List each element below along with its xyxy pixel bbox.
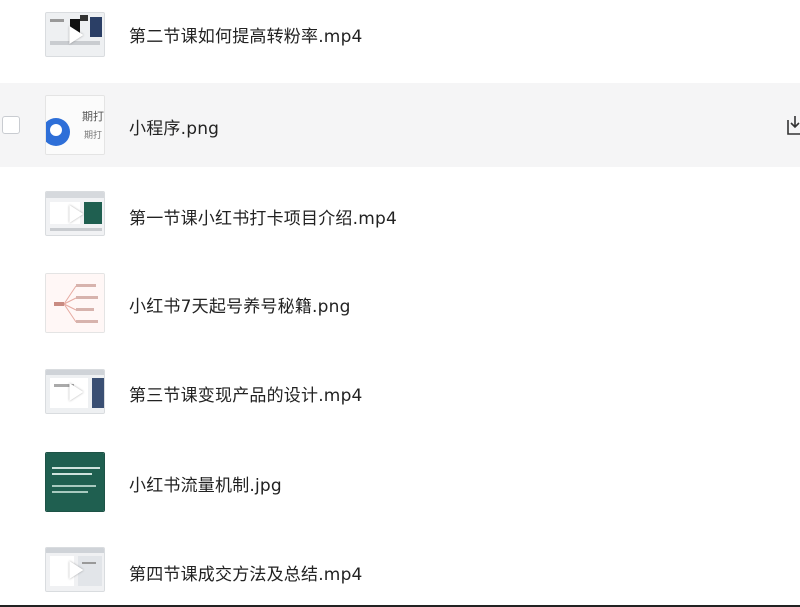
video-thumbnail [45, 369, 105, 414]
file-name[interactable]: 第四节课成交方法及总结.mp4 [129, 560, 363, 585]
file-name[interactable]: 小红书流量机制.jpg [129, 471, 282, 496]
file-name[interactable]: 第三节课变现产品的设计.mp4 [129, 381, 363, 406]
file-name[interactable]: 小程序.png [129, 114, 219, 139]
play-icon [69, 560, 84, 579]
play-icon [69, 382, 84, 401]
slide-image-preview-icon [46, 453, 104, 511]
file-name[interactable]: 小红书7天起号养号秘籍.png [129, 292, 351, 317]
file-row[interactable]: 小红书流量机制.jpg [0, 439, 800, 523]
video-thumbnail [45, 547, 105, 592]
image-thumbnail: 期打 期打 [45, 95, 105, 155]
miniprogram-preview-icon: 期打 期打 [46, 96, 104, 154]
file-name[interactable]: 第一节课小红书打卡项目介绍.mp4 [129, 204, 397, 229]
file-row[interactable]: 第四节课成交方法及总结.mp4 [0, 528, 800, 607]
file-row[interactable]: 第二节课如何提高转粉率.mp4 [0, 0, 800, 78]
video-thumbnail [45, 191, 105, 236]
thumb-label: 期打 [84, 129, 102, 141]
play-icon [69, 204, 84, 223]
video-thumbnail [45, 12, 105, 57]
row-checkbox[interactable] [2, 116, 20, 134]
file-row[interactable]: 第一节课小红书打卡项目介绍.mp4 [0, 172, 800, 256]
image-thumbnail [45, 452, 105, 512]
thumb-label: 期打 [82, 109, 104, 123]
file-name[interactable]: 第二节课如何提高转粉率.mp4 [129, 22, 363, 47]
file-row-hover[interactable]: 期打 期打 小程序.png [0, 83, 800, 167]
file-row[interactable]: 小红书7天起号养号秘籍.png [0, 261, 800, 345]
play-icon [69, 25, 84, 44]
file-list: 第二节课如何提高转粉率.mp4 期打 期打 小程序.png 第一节课小红书打卡项… [0, 0, 800, 607]
image-thumbnail [45, 273, 105, 333]
download-icon[interactable] [786, 114, 800, 136]
file-row[interactable]: 第三节课变现产品的设计.mp4 [0, 350, 800, 434]
mindmap-preview-icon [46, 274, 104, 332]
